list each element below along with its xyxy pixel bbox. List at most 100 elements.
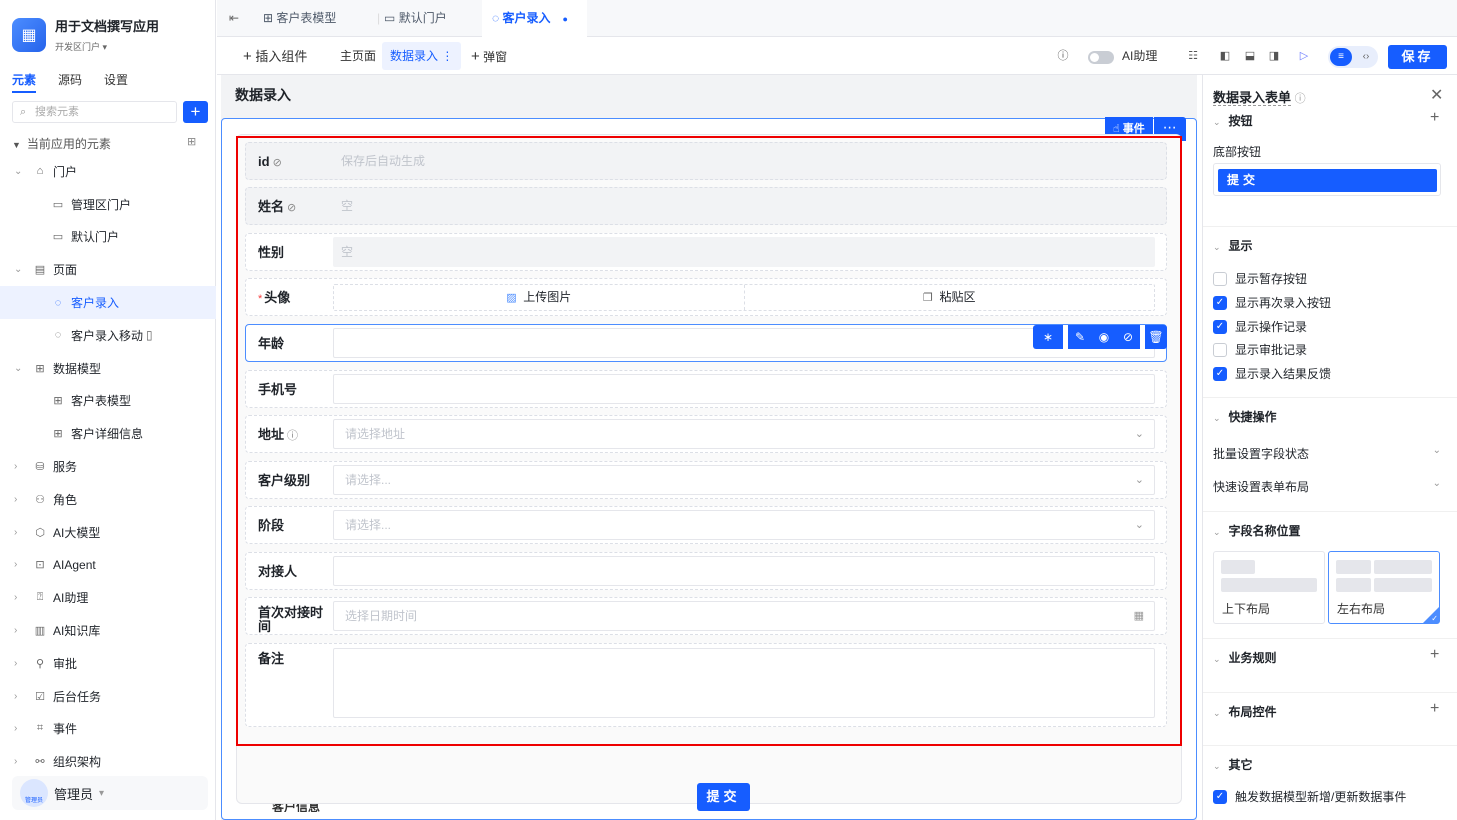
tree-item[interactable]: › ⌗ 事件 — [0, 713, 216, 746]
form-submit-button[interactable]: 提交 — [697, 783, 750, 811]
eye-hidden-icon[interactable]: ⊘ — [1116, 325, 1140, 349]
layout-controls-header[interactable]: ⌄ 布局控件 — [1213, 703, 1277, 720]
chevron-right-icon[interactable]: › — [14, 527, 17, 538]
form-field-row[interactable]: id ⊘ 保存后自动生成 — [245, 142, 1167, 180]
quick-actions-header[interactable]: ⌄ 快捷操作 — [1213, 408, 1277, 425]
right-panel-icon[interactable]: ◨ — [1266, 48, 1282, 64]
tree-item[interactable]: ▭ 默认门户 — [0, 221, 216, 254]
chevron-right-icon[interactable]: › — [14, 756, 17, 767]
search-input[interactable]: ⌕ 搜索元素 — [12, 101, 177, 123]
display-section-header[interactable]: ⌄ 显示 — [1213, 237, 1253, 254]
tree-item[interactable]: › ⚲ 审批 — [0, 647, 216, 680]
tree-item[interactable]: › ☑ 后台任务 — [0, 680, 216, 713]
chevron-right-icon[interactable]: › — [14, 592, 17, 603]
left-panel-icon[interactable]: ◧ — [1217, 48, 1233, 64]
app-env-select[interactable]: 开发区门户 ▾ — [55, 40, 159, 53]
chevron-right-icon[interactable]: › — [14, 461, 17, 472]
tree-item[interactable]: › ⍰ AI助理 — [0, 581, 216, 614]
chevron-right-icon[interactable]: › — [14, 723, 17, 734]
display-option-checkbox[interactable]: ✓ 显示再次录入按钮 — [1213, 294, 1331, 311]
display-option-checkbox[interactable]: 显示暂存按钮 — [1213, 270, 1307, 287]
add-button-icon[interactable]: + — [1430, 109, 1439, 127]
close-icon[interactable]: ✕ — [1430, 85, 1443, 105]
paste-area-button[interactable]: ❐ 粘贴区 — [743, 285, 1155, 310]
help-icon[interactable]: ⓘ — [287, 430, 298, 442]
save-button[interactable]: 保存 — [1388, 45, 1447, 69]
layout-option-top-bottom[interactable]: 上下布局 — [1213, 551, 1325, 624]
edit-icon[interactable]: ✎ — [1068, 325, 1092, 349]
form-canvas[interactable]: ☝ 事件 ⋯ 客户信息 提交 id ⊘ 保存后自动生成 姓名 ⊘ 空性别空 * 头像 ▨ 上传图… — [221, 117, 1197, 820]
chevron-right-icon[interactable]: › — [14, 658, 17, 669]
quick-form-layout-dropdown[interactable]: 快速设置表单布局 ⌄ — [1213, 478, 1441, 495]
trash-icon[interactable]: 🗑 — [1145, 325, 1167, 349]
upload-image-button[interactable]: ▨ 上传图片 — [334, 285, 744, 310]
form-field-row[interactable]: 姓名 ⊘ 空 — [245, 187, 1167, 225]
chevron-right-icon[interactable]: › — [14, 691, 17, 702]
tree-item[interactable]: › ⛁ 服务 — [0, 450, 216, 483]
business-rules-header[interactable]: ⌄ 业务规则 — [1213, 649, 1277, 666]
display-option-checkbox[interactable]: 显示审批记录 — [1213, 341, 1307, 358]
tree-item[interactable]: ⌄ ⌂ 门户 — [0, 155, 216, 188]
text-input[interactable] — [333, 328, 1155, 358]
tree-item[interactable]: › ⚯ 组织架构 — [0, 745, 216, 778]
select-input[interactable]: 请选择... ⌄ — [333, 510, 1155, 540]
tree-item[interactable]: › ⚇ 角色 — [0, 483, 216, 516]
chevron-down-icon[interactable]: ⌄ — [14, 166, 22, 177]
label-position-header[interactable]: ⌄ 字段名称位置 — [1213, 522, 1301, 539]
required-toggle-icon[interactable]: ∗ — [1033, 325, 1063, 349]
form-field-row[interactable]: 性别 空 — [245, 233, 1167, 271]
tree-item[interactable]: › ⬡ AI大模型 — [0, 516, 216, 549]
other-section-header[interactable]: ⌄ 其它 — [1213, 756, 1253, 773]
home-page-tab[interactable]: 主页面 — [340, 38, 376, 75]
tree-item[interactable]: ◌ 客户录入 — [0, 286, 216, 319]
text-input[interactable]: 空 — [333, 191, 1155, 221]
form-field-row[interactable]: 阶段 请选择... ⌄ — [245, 506, 1167, 544]
eye-icon[interactable]: ◉ — [1092, 325, 1116, 349]
text-input[interactable] — [333, 556, 1155, 586]
tree-view-icon[interactable]: ⊞ — [187, 135, 196, 148]
tree-item[interactable]: ⊞ 客户详细信息 — [0, 417, 216, 450]
form-field-row[interactable]: * 头像 ▨ 上传图片 ❐ 粘贴区 — [245, 278, 1167, 316]
batch-field-status-dropdown[interactable]: 批量设置字段状态 ⌄ — [1213, 445, 1441, 462]
add-rule-icon[interactable]: + — [1430, 646, 1439, 664]
chevron-down-icon[interactable]: ⌄ — [14, 264, 22, 275]
chevron-right-icon[interactable]: › — [14, 559, 17, 570]
display-option-checkbox[interactable]: ✓ 显示录入结果反馈 — [1213, 365, 1331, 382]
app-header[interactable]: ▦ 用于文档撰写应用 开发区门户 ▾ — [12, 16, 159, 53]
add-layout-control-icon[interactable]: + — [1430, 700, 1439, 718]
view-mode-switch[interactable]: ≡ ‹› — [1328, 46, 1378, 68]
help-icon[interactable]: ⓘ — [1055, 48, 1071, 64]
collapse-sidebar-icon[interactable]: ⇤ — [229, 0, 239, 37]
tab-customer-entry[interactable]: ◌ 客户录入 ● — [482, 0, 587, 37]
form-field-row[interactable]: 客户级别 请选择... ⌄ — [245, 461, 1167, 499]
design-mode-icon[interactable]: ≡ — [1330, 48, 1352, 66]
text-input[interactable]: 选择日期时间 ▦ — [333, 601, 1155, 631]
chevron-down-icon[interactable]: ⌄ — [14, 363, 22, 374]
tree-item[interactable]: ◌ 客户录入移动 ▯ — [0, 319, 216, 352]
form-field-row[interactable]: 手机号 — [245, 370, 1167, 408]
tree-item[interactable]: › ▥ AI知识库 — [0, 614, 216, 647]
add-element-button[interactable]: + — [183, 101, 208, 123]
chevron-right-icon[interactable]: › — [14, 494, 17, 505]
tab-source[interactable]: 源码 — [58, 71, 82, 93]
popup-button[interactable]: + 弹窗 — [471, 38, 507, 75]
tree-item[interactable]: ⌄ ▤ 页面 — [0, 253, 216, 286]
tab-customer-model[interactable]: ⊞ 客户表模型 — [263, 0, 336, 37]
tree-item[interactable]: ⌄ ⊞ 数据模型 — [0, 352, 216, 385]
form-field-row[interactable]: 地址 ⓘ 请选择地址 ⌄ — [245, 415, 1167, 453]
data-entry-tab[interactable]: 数据录入 ⋮ — [382, 42, 462, 70]
preview-play-icon[interactable]: ▷ — [1296, 48, 1312, 64]
textarea-input[interactable] — [333, 648, 1155, 718]
tab-default-portal[interactable]: ▭ 默认门户 — [384, 0, 447, 37]
code-mode-icon[interactable]: ‹› — [1357, 48, 1375, 66]
select-input[interactable]: 请选择地址 ⌄ — [333, 419, 1155, 449]
buttons-section-header[interactable]: ⌄ 按钮 — [1213, 112, 1253, 129]
text-input[interactable] — [333, 374, 1155, 404]
layout-icon[interactable]: ☷ — [1185, 48, 1201, 64]
tab-settings[interactable]: 设置 — [104, 71, 128, 93]
display-option-checkbox[interactable]: ✓ 显示操作记录 — [1213, 318, 1307, 335]
form-field-row[interactable]: 首次对接时间 选择日期时间 ▦ — [245, 597, 1167, 635]
form-field-row[interactable]: 备注 — [245, 643, 1167, 727]
layout-option-left-right[interactable]: 左右布局 ✓ — [1328, 551, 1440, 624]
submit-button-config[interactable]: 提交 — [1218, 169, 1437, 192]
